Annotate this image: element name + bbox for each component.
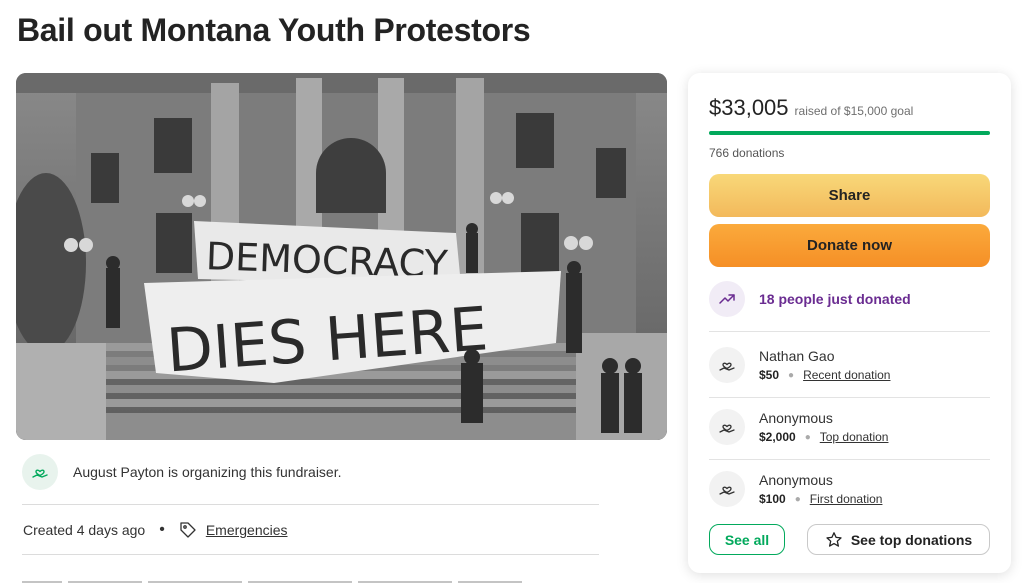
donation-amount: $50 [759,368,780,382]
campaign-hero-image: DEMOCRACY DIES HERE [16,73,667,440]
donate-now-button[interactable]: Donate now [709,224,990,267]
donor-name: Anonymous [759,472,833,488]
see-top-donations-label: See top donations [850,531,973,548]
page-title: Bail out Montana Youth Protestors [17,12,531,48]
meta-separator: • [159,521,165,538]
donation-amount: $2,000 [759,430,796,444]
donor-item: Anonymous $100 ● First donation [709,467,882,511]
see-top-donations-button[interactable]: See top donations [807,524,990,555]
divider [22,554,599,555]
trending-up-icon [709,281,745,317]
hand-heart-icon [709,471,745,507]
tag-icon [179,521,197,539]
organizer-row: August Payton is organizing this fundrai… [22,453,342,491]
created-date: Created 4 days ago [23,522,146,538]
divider [709,331,990,332]
category-link[interactable]: Emergencies [206,522,288,538]
see-all-button[interactable]: See all [709,524,785,555]
recent-activity: 18 people just donated [709,281,911,317]
star-icon [825,531,843,549]
donation-amount: $100 [759,492,786,506]
donation-type-link[interactable]: Top donation [820,430,889,444]
campaign-meta: Created 4 days ago • Emergencies [23,519,288,541]
divider [709,459,990,460]
divider [22,504,599,505]
donation-type-link[interactable]: Recent donation [803,368,890,382]
share-button[interactable]: Share [709,174,990,217]
protest-photo: DEMOCRACY DIES HERE [16,73,667,440]
donor-item: Nathan Gao $50 ● Recent donation [709,343,890,387]
donor-name: Anonymous [759,410,833,426]
progress-fill [709,131,990,135]
progress-bar [709,131,990,135]
donation-type-link[interactable]: First donation [810,492,883,506]
hand-heart-icon [22,454,58,490]
divider [709,397,990,398]
hand-heart-icon [709,347,745,383]
donor-item: Anonymous $2,000 ● Top donation [709,405,888,449]
recent-activity-text: 18 people just donated [759,291,911,307]
donor-name: Nathan Gao [759,348,835,364]
donations-count: 766 donations [709,146,785,160]
goal-text: raised of $15,000 goal [794,104,914,118]
amount-raised: $33,005 raised of $15,000 goal [709,95,913,121]
organizer-text: August Payton is organizing this fundrai… [73,464,342,480]
hand-heart-icon [709,409,745,445]
donation-card: $33,005 raised of $15,000 goal 766 donat… [688,73,1011,573]
raised-amount: $33,005 [709,95,789,120]
story-text-cutoff [22,575,522,583]
